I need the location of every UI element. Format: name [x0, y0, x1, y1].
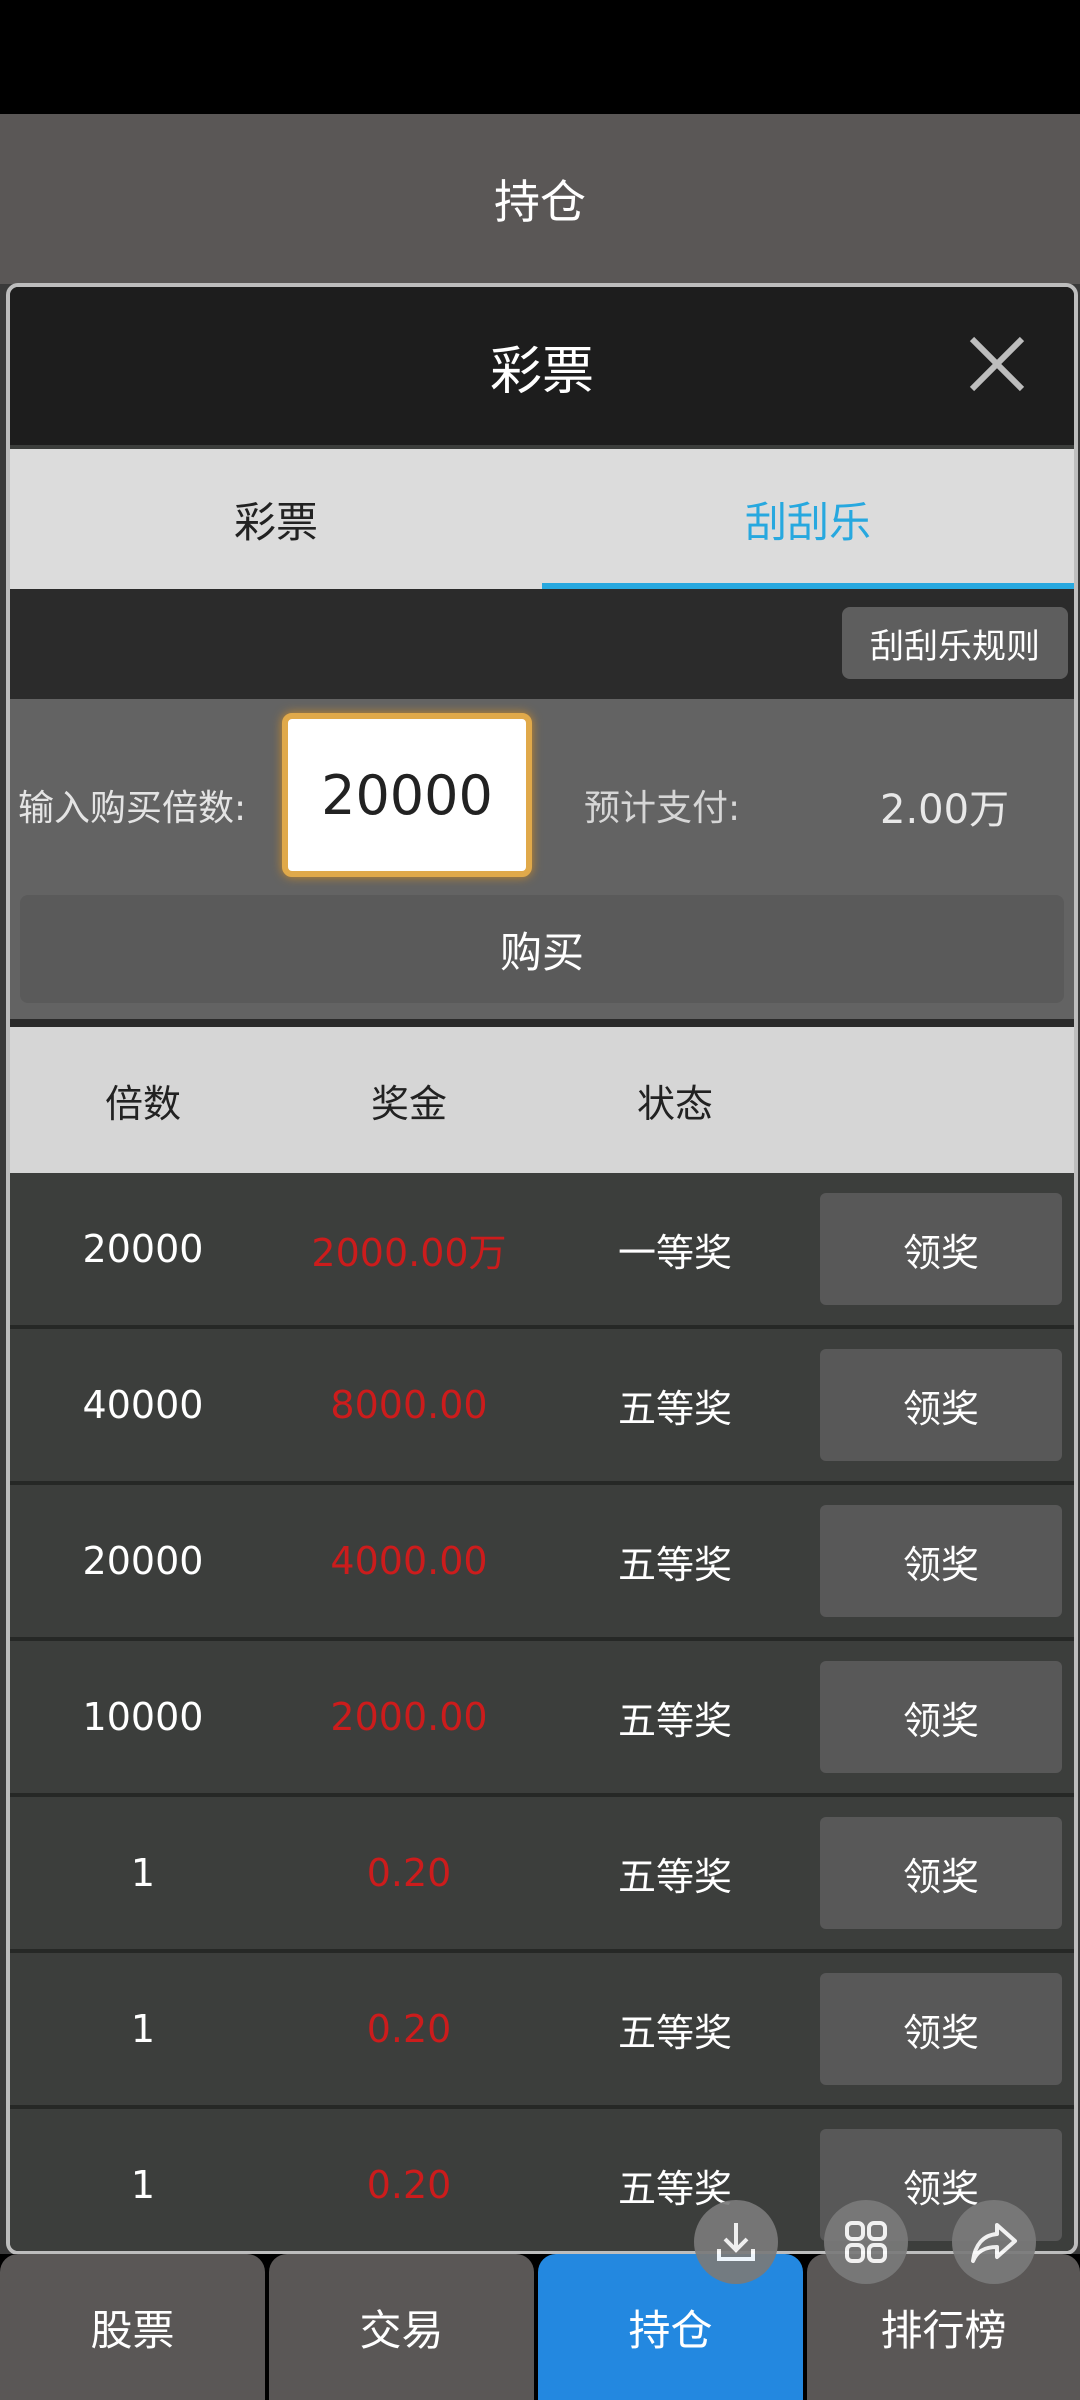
row-prize: 2000.00	[330, 1695, 488, 1739]
estimated-pay-value: 2.00万	[880, 787, 1010, 833]
table-row: 20000 4000.00 五等奖 领奖	[10, 1485, 1074, 1641]
claim-button[interactable]: 领奖	[820, 1661, 1062, 1773]
table-row: 1 0.20 五等奖 领奖	[10, 2109, 1074, 2251]
row-multiple: 40000	[82, 1383, 204, 1427]
header-status: 状态	[636, 1081, 713, 1126]
table-row: 20000 2000.00万 一等奖 领奖	[10, 1173, 1074, 1329]
row-prize: 2000.00万	[311, 1230, 507, 1275]
header-prize: 奖金	[370, 1081, 447, 1126]
dialog-header: 彩票	[10, 287, 1074, 445]
rules-bar: 刮刮乐规则	[10, 589, 1074, 699]
status-bar	[0, 0, 1080, 114]
share-icon[interactable]	[952, 2200, 1036, 2284]
row-status: 五等奖	[617, 1386, 732, 1431]
row-multiple: 1	[130, 2007, 156, 2051]
row-prize: 8000.00	[330, 1383, 488, 1427]
buy-panel: 输入购买倍数: 预计支付: 2.00万 购买	[10, 699, 1074, 1019]
app-header: 持仓	[0, 114, 1080, 284]
row-status: 五等奖	[617, 2010, 732, 2055]
claim-button[interactable]: 领奖	[820, 1193, 1062, 1305]
header-multiple: 倍数	[104, 1081, 181, 1126]
multiplier-label: 输入购买倍数:	[18, 788, 247, 829]
claim-button[interactable]: 领奖	[820, 1505, 1062, 1617]
tab-lottery[interactable]: 彩票	[10, 449, 542, 589]
apps-grid-icon[interactable]	[824, 2200, 908, 2284]
table-header: 倍数 奖金 状态	[10, 1027, 1074, 1173]
row-multiple: 20000	[82, 1227, 204, 1271]
multiplier-input[interactable]	[282, 713, 532, 877]
scratch-rules-button[interactable]: 刮刮乐规则	[842, 607, 1068, 679]
tab-scratch-card[interactable]: 刮刮乐	[542, 449, 1074, 589]
divider	[10, 1019, 1074, 1027]
estimated-pay-label: 预计支付:	[584, 788, 741, 829]
dialog-tabs: 彩票 刮刮乐	[10, 449, 1074, 589]
page-title: 持仓	[494, 175, 586, 229]
row-prize: 0.20	[366, 2007, 452, 2051]
nav-tab-positions[interactable]: 持仓	[538, 2254, 803, 2400]
row-multiple: 1	[130, 2163, 156, 2207]
table-row: 40000 8000.00 五等奖 领奖	[10, 1329, 1074, 1485]
row-multiple: 1	[130, 1851, 156, 1895]
buy-button[interactable]: 购买	[20, 895, 1064, 1003]
row-prize: 4000.00	[330, 1539, 488, 1583]
row-multiple: 20000	[82, 1539, 204, 1583]
lottery-dialog: 彩票 彩票 刮刮乐 刮刮乐规则 输入购买倍数: 预计支付: 2.00万 购买 倍…	[6, 283, 1078, 2255]
prize-list: 20000 2000.00万 一等奖 领奖 40000 8000.00 五等奖 …	[10, 1173, 1074, 2251]
table-row: 1 0.20 五等奖 领奖	[10, 1797, 1074, 1953]
bottom-nav: 股票 交易 持仓 排行榜	[0, 2254, 1080, 2400]
table-row: 1 0.20 五等奖 领奖	[10, 1953, 1074, 2109]
download-icon[interactable]	[694, 2200, 778, 2284]
close-icon[interactable]	[964, 331, 1030, 397]
row-status: 五等奖	[617, 1854, 732, 1899]
nav-tab-trade[interactable]: 交易	[269, 2254, 534, 2400]
row-prize: 0.20	[366, 2163, 452, 2207]
row-multiple: 10000	[82, 1695, 204, 1739]
table-row: 10000 2000.00 五等奖 领奖	[10, 1641, 1074, 1797]
row-status: 五等奖	[617, 1542, 732, 1587]
row-status: 一等奖	[617, 1230, 732, 1275]
claim-button[interactable]: 领奖	[820, 1817, 1062, 1929]
row-status: 五等奖	[617, 2166, 732, 2211]
claim-button[interactable]: 领奖	[820, 1973, 1062, 2085]
row-prize: 0.20	[366, 1851, 452, 1895]
row-status: 五等奖	[617, 1698, 732, 1743]
dialog-title: 彩票	[489, 341, 594, 402]
nav-tab-stocks[interactable]: 股票	[0, 2254, 265, 2400]
claim-button[interactable]: 领奖	[820, 1349, 1062, 1461]
